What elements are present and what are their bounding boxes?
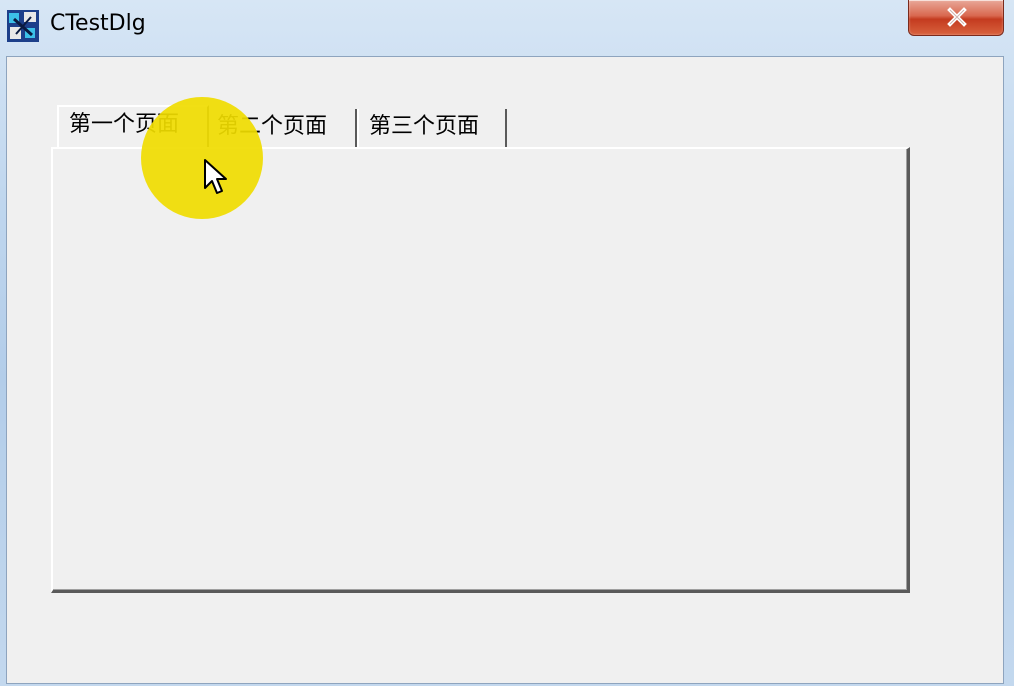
title-bar[interactable]: CTestDlg bbox=[0, 0, 1014, 55]
tab-page-3[interactable]: 第三个页面 bbox=[357, 109, 507, 147]
tab-label: 第二个页面 bbox=[217, 114, 328, 139]
app-icon bbox=[6, 9, 40, 43]
tab-label: 第三个页面 bbox=[369, 114, 480, 139]
window-title: CTestDlg bbox=[50, 11, 146, 36]
dialog-client-area: 第一个页面 第二个页面 第三个页面 bbox=[6, 56, 1004, 684]
tab-control: 第一个页面 第二个页面 第三个页面 bbox=[55, 105, 515, 151]
close-button[interactable] bbox=[908, 0, 1004, 36]
tab-page-1[interactable]: 第一个页面 bbox=[57, 105, 209, 147]
tab-content-panel bbox=[51, 147, 910, 593]
tab-label: 第一个页面 bbox=[69, 112, 180, 137]
tab-page-2[interactable]: 第二个页面 bbox=[211, 109, 357, 147]
dialog-window: CTestDlg 第一个页面 第二个页面 第三个页面 bbox=[0, 0, 1014, 686]
